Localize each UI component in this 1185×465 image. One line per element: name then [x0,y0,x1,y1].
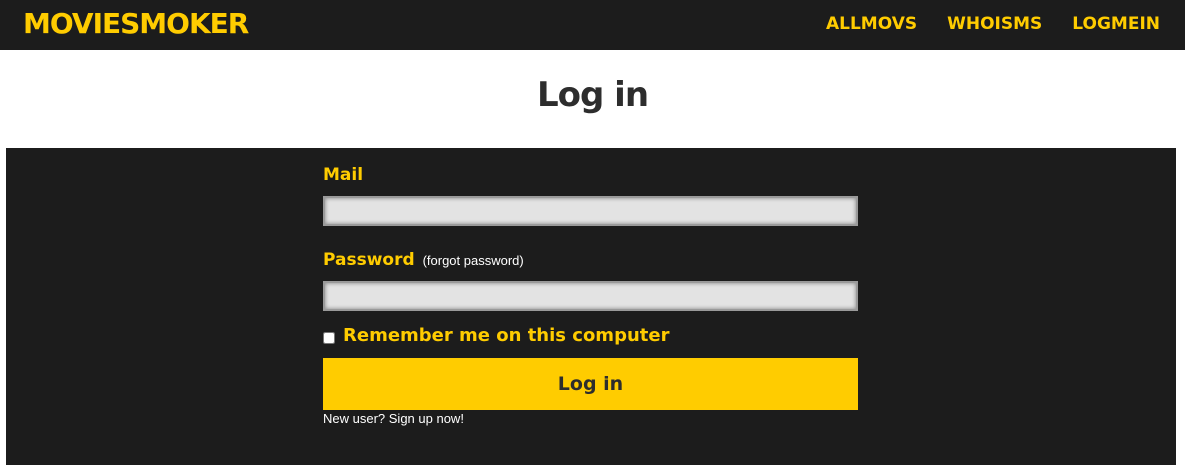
password-label: Password [323,250,415,270]
remember-me-label: Remember me on this computer [343,325,670,346]
main-nav: ALLMOVS WHOISMS LOGMEIN [826,12,1160,36]
remember-me-checkbox[interactable] [323,331,335,344]
mail-input[interactable] [323,196,858,226]
nav-link-whoisms[interactable]: WHOISMS [947,12,1042,36]
nav-link-allmovs[interactable]: ALLMOVS [826,12,917,36]
top-navbar: MOVIESMOKER ALLMOVS WHOISMS LOGMEIN [0,0,1185,50]
signup-row: New user? Sign up now! [323,410,464,428]
new-user-text: New user? [323,411,386,426]
site-logo-link[interactable]: MOVIESMOKER [23,6,249,42]
nav-link-logmein[interactable]: LOGMEIN [1072,12,1160,36]
forgot-password-link[interactable]: (forgot password) [423,253,524,268]
password-label-row: Password (forgot password) [323,248,524,273]
signup-link[interactable]: Sign up now! [389,411,464,426]
page-title: Log in [536,75,649,115]
remember-me-row[interactable]: Remember me on this computer [323,323,669,349]
login-form-panel: Mail Password (forgot password) Remember… [6,148,1176,465]
login-button[interactable]: Log in [323,358,858,410]
password-input[interactable] [323,281,858,311]
mail-label: Mail [323,165,364,185]
